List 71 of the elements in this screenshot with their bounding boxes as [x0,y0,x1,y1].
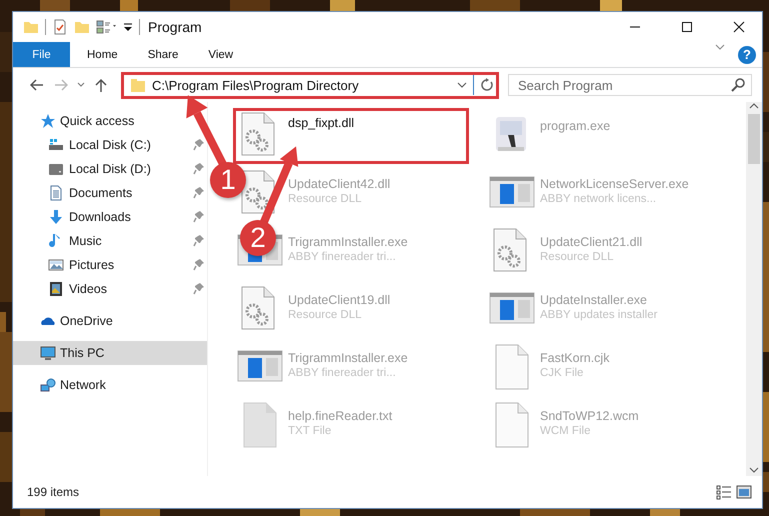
videos-icon [47,281,65,297]
file-type: CJK File [540,367,584,379]
large-icons-view-icon [736,484,752,500]
checklist-icon [52,19,68,35]
file-item[interactable]: dsp_fixpt.dll [233,108,469,164]
file-type: Resource DLL [540,251,615,263]
back-icon[interactable] [30,79,44,91]
address-path: C:\Program Files\Program Directory [152,78,360,92]
file-type: Resource DLL [288,309,363,321]
up-icon[interactable] [95,78,107,92]
file-name: help.fineReader.txt [288,409,392,423]
ribbon-tab[interactable]: Home [72,42,133,67]
nav-item[interactable]: Quick access [13,109,207,133]
item-count: 199 items [27,485,80,499]
close-icon[interactable] [733,21,745,33]
nav-item[interactable]: OneDrive [13,309,207,333]
file-name: FastKorn.cjk [540,351,610,365]
search-field[interactable]: Search Program [508,74,752,96]
file-type: ABBY finereader tri... [288,367,397,379]
file-name: NetworkLicenseServer.exe [540,177,689,191]
recent-locations-icon[interactable] [77,82,85,88]
window-title: Program [148,19,203,35]
folder-icon [130,76,146,94]
file-name: UpdateInstaller.exe [540,293,648,307]
file-menu-button[interactable]: File [13,42,70,67]
nav-item[interactable]: Local Disk (D:) [13,157,207,181]
nav-item[interactable]: Pictures [13,253,207,277]
downloads-icon [47,209,65,225]
folder-icon [74,19,90,35]
pictures-icon [47,257,65,273]
file-name: UpdateClient21.dll [540,235,642,249]
help-icon[interactable]: ? [738,46,756,64]
drive-icon [47,161,65,177]
file-type: TXT File [288,425,332,437]
nav-item[interactable]: Music [13,229,207,253]
details-view-icon [716,484,732,500]
address-field[interactable]: C:\Program Files\Program Directory [121,72,499,98]
minimize-icon[interactable] [629,26,641,28]
file-name: TrigrammInstaller.exe [288,235,408,249]
dropdown-icon [123,21,133,33]
file-name: UpdateClient42.dll [288,177,390,191]
search-icon [731,78,745,92]
chevron-icon [457,81,467,89]
file-name: program.exe [540,119,610,133]
file-name: TrigrammInstaller.exe [288,351,408,365]
expand-icon [714,42,726,52]
pc-icon [39,345,57,361]
refresh-icon [480,78,494,92]
star-icon [39,113,57,129]
nav-item[interactable]: Network [13,373,207,397]
maximize-icon[interactable] [681,21,693,33]
file-type: ABBY network licens... [540,193,658,205]
network-icon [39,377,57,393]
file-type: ABBY updates installer [540,309,658,321]
folder-icon [23,19,39,35]
file-name: dsp_fixpt.dll [288,116,354,130]
file-name: SndToWP12.wcm [540,409,639,423]
scrollbar-thumb[interactable] [748,114,760,164]
nav-item[interactable]: Downloads [13,205,207,229]
file-type: ABBY finereader tri... [288,251,397,263]
nav-item[interactable]: Videos [13,277,207,301]
properties-icon [96,19,117,35]
nav-item[interactable]: Documents [13,181,207,205]
nav-item[interactable]: Local Disk (C:) [13,133,207,157]
file-type: WCM File [540,425,592,437]
ribbon-tab[interactable]: View [193,42,248,67]
drive-win-icon [47,137,65,153]
file-name: UpdateClient19.dll [288,293,390,307]
ribbon-tab[interactable]: Share [132,42,194,67]
file-type: Resource DLL [288,193,363,205]
nav-item[interactable]: This PC [13,341,207,365]
